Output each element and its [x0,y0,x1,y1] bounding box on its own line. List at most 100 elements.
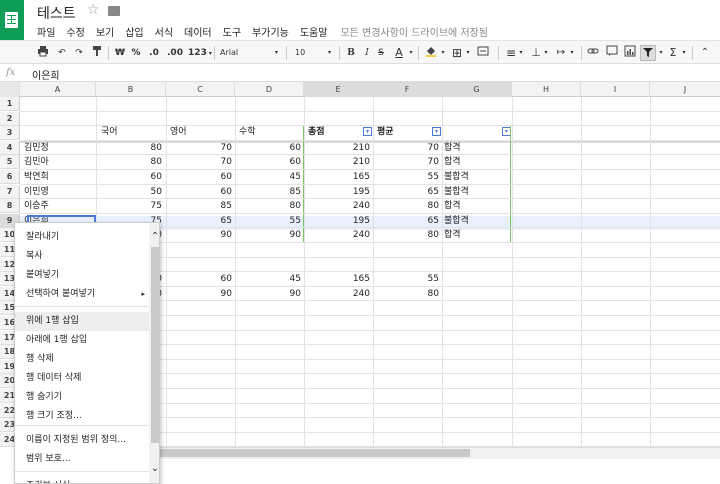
select-all-corner[interactable] [0,82,20,97]
percent-format-button[interactable]: % [130,45,142,61]
context-menu-item[interactable]: 위에 1행 삽입 [15,312,149,331]
table-cell[interactable]: 85 [166,199,235,213]
header-cell[interactable]: 수학 [237,125,305,139]
sheets-logo-icon[interactable] [0,0,24,40]
column-header[interactable]: A [20,82,96,97]
functions-icon[interactable]: Σ [667,45,679,61]
table-cell[interactable]: 165 [304,272,373,286]
merge-cells-icon[interactable] [476,45,490,61]
insert-chart-icon[interactable] [623,45,637,61]
insert-link-icon[interactable] [586,45,600,61]
context-menu-item[interactable]: 선택하여 붙여넣기 ▸ [15,285,149,304]
chevron-down-icon[interactable]: ▾ [464,45,472,61]
row-header[interactable]: 6 [0,170,20,184]
table-cell[interactable]: 55 [373,272,442,286]
context-menu-item[interactable]: 행 숨기기 [15,388,149,407]
column-header[interactable]: I [581,82,650,97]
table-cell[interactable]: 60 [235,141,304,155]
document-title[interactable]: 테스트 [37,3,76,23]
table-cell[interactable]: 60 [166,272,235,286]
row-header[interactable]: 7 [0,184,20,199]
row-header[interactable]: 1 [0,97,20,111]
table-cell[interactable]: 90 [235,287,304,301]
table-cell[interactable]: 80 [373,287,442,301]
filter-icon[interactable] [640,45,656,61]
horizontal-align-icon[interactable]: ≡ [504,45,518,61]
undo-icon[interactable]: ↶ [55,45,69,61]
chevron-down-icon[interactable]: ▾ [568,45,576,61]
folder-icon[interactable] [108,6,120,16]
menu-edit[interactable]: 수정 [66,24,84,39]
context-menu-item[interactable]: 행 데이터 삭제 [15,369,149,388]
menu-data[interactable]: 데이터 [184,24,212,39]
currency-format-button[interactable]: ₩ [114,45,126,61]
scroll-down-icon[interactable]: ⌄ [150,463,159,474]
vertical-align-icon[interactable]: ⊥ [529,45,543,61]
table-cell[interactable]: 85 [235,185,304,199]
menu-view[interactable]: 보기 [96,24,114,39]
menu-insert[interactable]: 삽입 [125,24,143,39]
column-header[interactable]: F [373,82,442,97]
table-cell[interactable]: 50 [96,185,165,199]
table-cell[interactable]: 이민영 [22,185,94,199]
column-header[interactable]: D [235,82,304,97]
column-header[interactable]: G [442,82,512,97]
scroll-up-icon[interactable]: ⌃ [150,231,159,242]
column-header[interactable]: H [512,82,581,97]
table-cell[interactable]: 80 [235,199,304,213]
column-header[interactable]: B [96,82,166,97]
more-formats-button[interactable]: 123 ▾ [188,45,212,61]
table-cell[interactable]: 70 [166,141,235,155]
font-size-select[interactable]: 10 ▾ [295,44,335,61]
table-cell[interactable]: 80 [96,155,165,169]
row-header[interactable]: 3 [0,126,20,141]
table-cell[interactable]: 이승주 [22,199,94,213]
table-cell[interactable]: 65 [166,214,235,228]
table-cell[interactable]: 김민아 [22,155,94,169]
borders-icon[interactable]: ⊞ [450,45,464,61]
row-header[interactable]: 4 [0,140,20,155]
fill-color-icon[interactable] [424,45,438,61]
bold-button[interactable]: B [345,45,357,61]
menu-tools[interactable]: 도구 [223,24,241,39]
text-color-button[interactable]: A [392,45,406,61]
context-menu-item[interactable]: 이름이 지정된 범위 정의... [15,431,149,450]
table-cell[interactable]: 240 [304,287,373,301]
chevron-down-icon[interactable]: ▾ [517,45,525,61]
table-cell[interactable]: 90 [235,228,304,242]
table-cell[interactable]: 90 [166,228,235,242]
menu-file[interactable]: 파일 [37,24,55,39]
text-wrap-icon[interactable]: ↦ [554,45,568,61]
strikethrough-button[interactable]: S [375,45,387,61]
context-menu-item[interactable]: 붙여넣기 [15,266,149,285]
menu-addons[interactable]: 부가기능 [252,24,289,39]
context-menu-item[interactable]: 조건부 서식... [15,477,149,483]
decrease-decimal-button[interactable]: .0 [147,45,161,61]
column-header[interactable]: J [650,82,720,97]
table-cell[interactable]: 60 [96,170,165,184]
row-header[interactable]: 2 [0,111,20,126]
collapse-toolbar-icon[interactable]: ⌃ [698,45,712,61]
print-icon[interactable] [36,45,50,61]
table-cell[interactable]: 60 [235,155,304,169]
redo-icon[interactable]: ↷ [72,45,86,61]
context-menu-item[interactable]: 범위 보호... [15,450,149,469]
header-cell[interactable]: 국어 [99,125,167,139]
menu-format[interactable]: 서식 [155,24,173,39]
paint-format-icon[interactable] [90,45,104,61]
row-header[interactable]: 5 [0,155,20,170]
table-cell[interactable]: 60 [166,170,235,184]
context-menu-scrollbar-thumb[interactable] [151,247,159,443]
table-cell[interactable]: 70 [166,155,235,169]
insert-comment-icon[interactable] [605,45,619,61]
context-menu-item[interactable]: 행 크기 조정... [15,407,149,426]
context-menu-item[interactable]: 아래에 1행 삽입 [15,331,149,350]
italic-button[interactable]: I [361,45,373,61]
header-cell[interactable]: 영어 [168,125,236,139]
save-status[interactable]: 모든 변경사항이 드라이브에 저장됨 [340,24,488,39]
menu-help[interactable]: 도움말 [300,24,328,39]
row-header[interactable]: 8 [0,199,20,214]
table-cell[interactable]: 60 [166,185,235,199]
chevron-down-icon[interactable]: ▾ [407,45,415,61]
table-cell[interactable]: 박연희 [22,170,94,184]
